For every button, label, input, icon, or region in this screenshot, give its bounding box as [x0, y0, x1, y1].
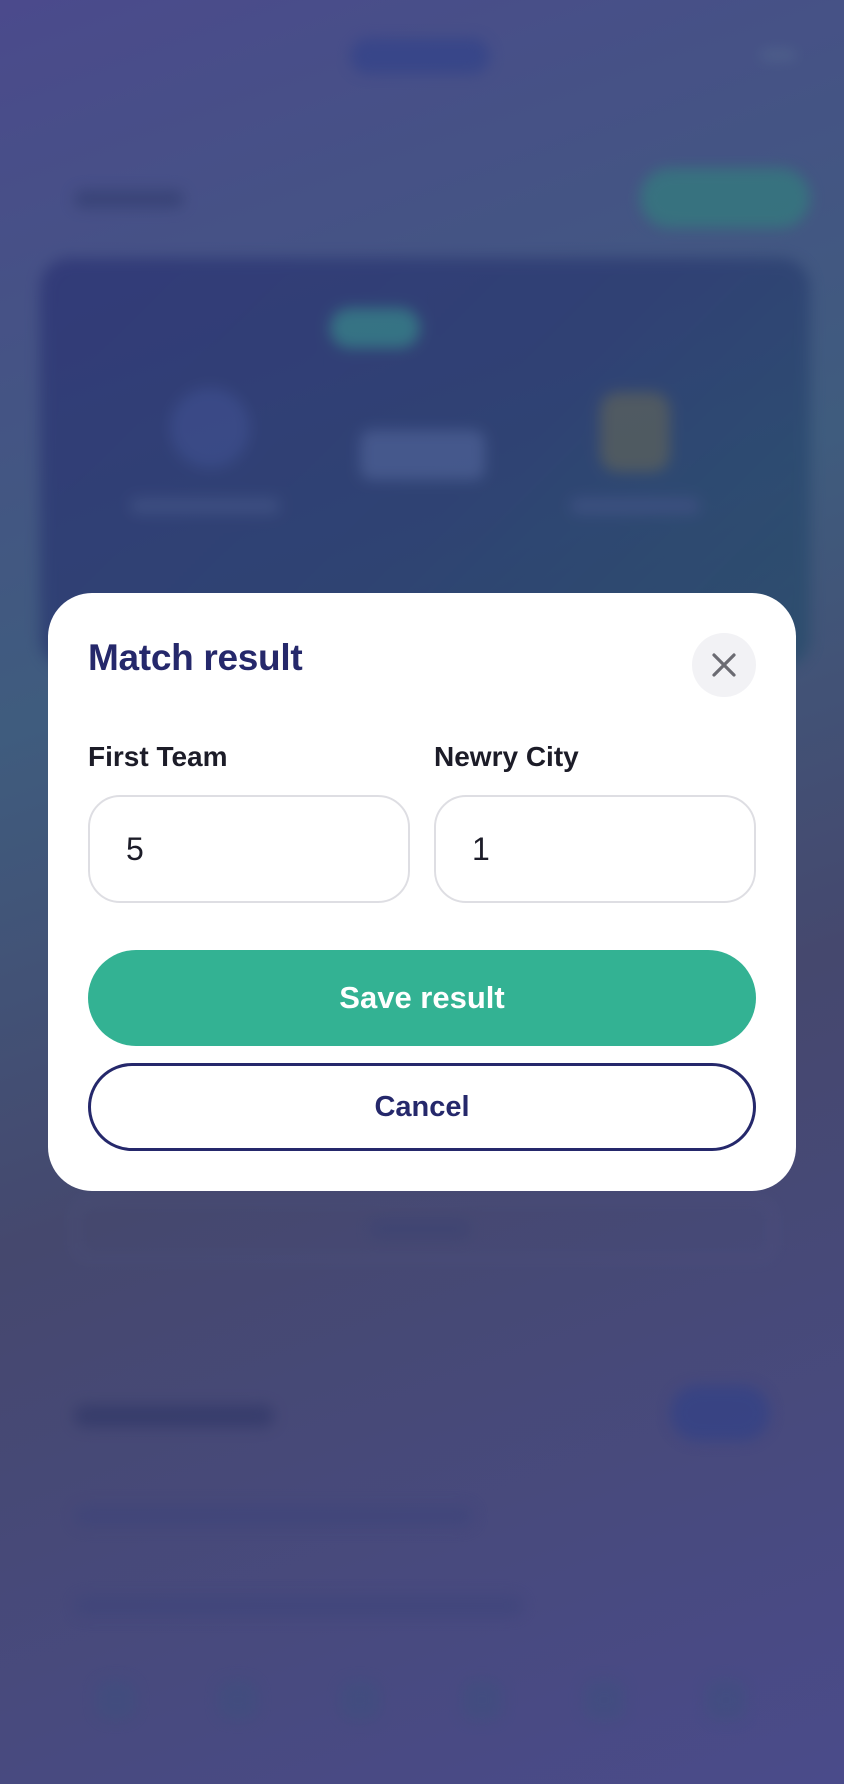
nav-more-icon	[706, 1680, 746, 1720]
match-status-badge	[330, 308, 420, 348]
list-item	[74, 1595, 524, 1617]
close-icon	[712, 653, 736, 677]
section-title	[74, 1405, 274, 1427]
list-item	[74, 1505, 474, 1527]
match-result-dialog: Match result First Team Newry City Save …	[48, 593, 796, 1191]
bottom-nav	[0, 1660, 844, 1730]
save-result-button[interactable]: Save result	[88, 950, 756, 1046]
nav-home-icon	[96, 1680, 136, 1720]
close-button[interactable]	[692, 633, 756, 697]
away-team-crest-icon	[600, 392, 670, 472]
cancel-button[interactable]: Cancel	[88, 1063, 756, 1151]
scoreline	[360, 430, 485, 480]
section-action-button	[670, 1385, 770, 1441]
background-field-text	[370, 1220, 470, 1238]
away-team-name	[570, 498, 700, 514]
home-team-label: First Team	[88, 741, 228, 772]
nav-stats-icon	[462, 1680, 502, 1720]
dialog-title: Match result	[88, 637, 303, 678]
nav-teams-icon	[218, 1680, 258, 1720]
home-team-name	[130, 498, 280, 514]
away-team-label: Newry City	[434, 741, 579, 772]
home-team-crest-icon	[170, 388, 250, 468]
nav-chat-icon	[584, 1680, 624, 1720]
home-score-input[interactable]	[88, 795, 410, 903]
away-score-input[interactable]	[434, 795, 756, 903]
page-heading	[74, 190, 184, 208]
header-action-button	[640, 168, 810, 228]
app-logo	[350, 38, 490, 74]
nav-matches-icon	[340, 1680, 380, 1720]
menu-icon	[760, 50, 796, 60]
